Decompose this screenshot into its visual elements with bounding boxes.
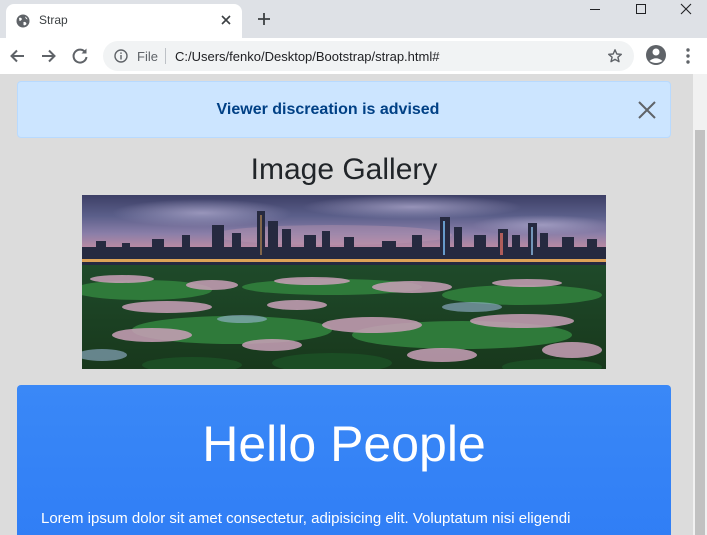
browser-tab[interactable]: Strap [6,4,242,38]
kebab-menu-icon[interactable] [680,46,696,66]
info-icon[interactable] [114,49,128,63]
arrow-right-icon[interactable] [38,46,58,66]
close-icon[interactable] [637,100,657,120]
tab-close-icon[interactable] [218,12,234,28]
browser-toolbar: File C:/Users/fenko/Desktop/Bootstrap/st… [0,38,707,74]
maximize-icon[interactable] [618,0,664,22]
window-close-icon[interactable] [663,0,707,22]
minimize-icon[interactable] [572,0,618,22]
tab-title: Strap [39,13,68,27]
omnibox-divider [165,48,166,64]
scheme-label: File [137,49,158,64]
gallery-title: Image Gallery [250,153,438,186]
star-icon[interactable] [607,48,623,64]
alert-text: Viewer discreation is advised [216,101,440,118]
advisory-alert: Viewer discreation is advised [17,81,671,138]
jumbotron: Hello People Lorem ipsum dolor sit amet … [17,385,671,535]
jumbotron-text: Lorem ipsum dolor sit amet consectetur, … [41,510,571,527]
page-viewport: Viewer discreation is advised Image Gall… [0,74,707,535]
vertical-scrollbar[interactable] [693,74,707,535]
jumbotron-title: Hello People [202,416,486,472]
arrow-left-icon[interactable] [8,46,28,66]
tab-strip: Strap [0,0,707,38]
account-icon[interactable] [644,43,668,67]
scrollbar-thumb[interactable] [695,130,705,535]
city-skyline-photo [82,195,606,369]
reload-icon[interactable] [70,46,90,66]
new-tab-plus-icon[interactable] [256,11,272,27]
address-bar[interactable]: File C:/Users/fenko/Desktop/Bootstrap/st… [103,41,634,71]
url-text[interactable]: C:/Users/fenko/Desktop/Bootstrap/strap.h… [175,49,439,64]
globe-icon [16,14,30,28]
